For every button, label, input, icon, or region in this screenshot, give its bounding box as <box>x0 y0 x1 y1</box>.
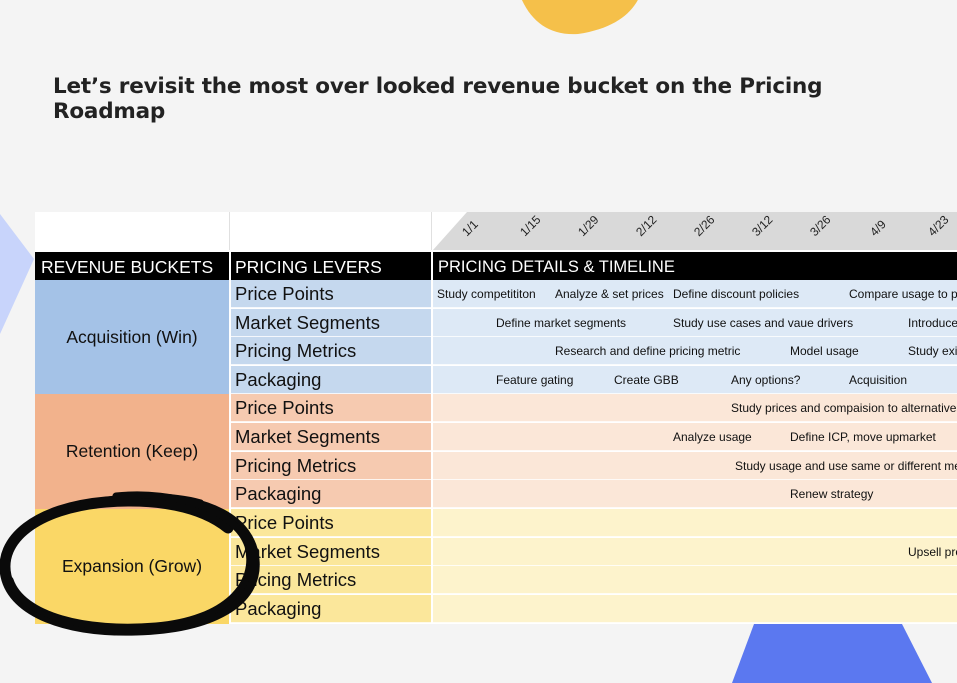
header-pricing-details: PRICING DETAILS & TIMELINE <box>438 258 675 276</box>
slide-heading: Let’s revisit the most over looked reven… <box>53 74 823 124</box>
timeline-task: Define discount policies <box>673 287 800 301</box>
lever-price-points: Price Points <box>231 280 431 308</box>
lever-market-segments: Market Segments <box>231 309 431 337</box>
lever-packaging: Packaging <box>231 366 431 394</box>
timeline-row-exp-segments: Upsell pro <box>433 538 957 566</box>
lever-pricing-metrics: Pricing Metrics <box>231 337 431 365</box>
timeline-task: Any options? <box>731 373 801 387</box>
timeline-row-exp-packaging <box>433 595 957 623</box>
lever-packaging: Packaging <box>231 480 431 508</box>
lever-packaging: Packaging <box>231 595 431 623</box>
timeline-task: Define market segments <box>496 316 627 330</box>
timeline-row-ret-segments: Analyze usage Define ICP, move upmarket <box>433 423 957 451</box>
bucket-expansion: Expansion (Grow) <box>35 509 229 624</box>
lever-market-segments: Market Segments <box>231 538 431 566</box>
timeline-row-acq-packaging: Feature gating Create GBB Any options? A… <box>433 366 957 394</box>
timeline-task: Research and define pricing metric <box>555 344 741 358</box>
timeline-task: Study prices and compaision to alternati… <box>731 401 957 415</box>
timeline-task: Study exi <box>908 344 957 358</box>
timeline-task: Study usage and use same or different me <box>735 459 957 473</box>
timeline-row-ret-price: Study prices and compaision to alternati… <box>433 394 957 422</box>
timeline-row-ret-metrics: Study usage and use same or different me <box>433 452 957 480</box>
timeline-task: Acquisition <box>849 373 908 387</box>
bucket-label: Retention (Keep) <box>65 441 199 461</box>
timeline-row-acq-metrics: Research and define pricing metric Model… <box>433 337 957 365</box>
header-pricing-levers: PRICING LEVERS <box>235 257 382 277</box>
timeline-task: Renew strategy <box>790 487 874 501</box>
timeline-task: Model usage <box>790 344 859 358</box>
decorative-lightblue-shape <box>0 214 34 334</box>
timeline-task: Analyze & set prices <box>555 287 664 301</box>
timeline-row-ret-packaging: Renew strategy <box>433 480 957 508</box>
timeline-task: Compare usage to p <box>849 287 957 301</box>
decorative-blue-shape <box>732 624 932 683</box>
timeline-task: Create GBB <box>614 373 679 387</box>
timeline-task: Study use cases and vaue drivers <box>673 316 854 330</box>
decorative-yellow-blob <box>522 0 638 35</box>
timeline-task: Upsell pro <box>908 545 957 559</box>
lever-price-points: Price Points <box>231 509 431 537</box>
bucket-label: Acquisition (Win) <box>66 326 198 347</box>
timeline-task: Feature gating <box>496 373 574 387</box>
bucket-label: Expansion (Grow) <box>61 556 203 576</box>
lever-pricing-metrics: Pricing Metrics <box>231 452 431 480</box>
bucket-retention: Retention (Keep) <box>35 394 229 509</box>
timeline-row-acq-price: Study competititon Analyze & set prices … <box>433 280 957 308</box>
header-revenue-buckets: REVENUE BUCKETS <box>41 257 214 277</box>
lever-pricing-metrics: Pricing Metrics <box>231 566 431 594</box>
bucket-acquisition: Acquisition (Win) <box>35 280 229 394</box>
timeline-row-exp-metrics <box>433 566 957 594</box>
lever-market-segments: Market Segments <box>231 423 431 451</box>
timeline-row-exp-price <box>433 509 957 537</box>
timeline-task: Define ICP, move upmarket <box>790 430 936 444</box>
timeline-row-acq-segments: Define market segments Study use cases a… <box>433 309 957 337</box>
pricing-roadmap-table: 1/1 1/15 1/29 2/12 2/26 3/12 3/26 4/9 4/… <box>35 212 957 624</box>
timeline-task: Introduce <box>908 316 957 330</box>
lever-price-points: Price Points <box>231 394 431 422</box>
timeline-task: Analyze usage <box>673 430 752 444</box>
timeline-task: Study competititon <box>437 287 536 301</box>
